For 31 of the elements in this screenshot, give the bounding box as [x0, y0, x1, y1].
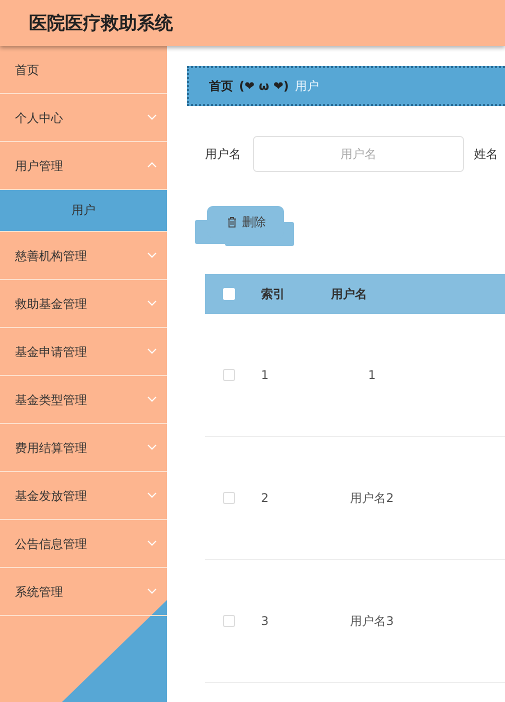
chevron-icon	[147, 492, 157, 498]
chevron-icon	[147, 588, 157, 594]
table-cell-text: 1	[261, 368, 270, 382]
table-cell-text: 2	[261, 491, 270, 505]
chevron-icon	[147, 252, 157, 258]
row-checkbox[interactable]	[223, 615, 235, 627]
trash-icon	[227, 216, 237, 228]
chevron-icon	[147, 540, 157, 546]
table-cell-text: 用户名3	[349, 612, 395, 630]
breadcrumb-separator: (❤ ω ❤)	[239, 79, 289, 93]
chevron-icon	[147, 396, 157, 402]
column-header: 用户名	[331, 286, 368, 302]
table-cell-text: 用户名2	[349, 490, 395, 506]
chevron-icon	[147, 444, 157, 450]
breadcrumb-link[interactable]: 首页	[209, 78, 233, 94]
table-cell-text: 3	[261, 614, 270, 628]
submenu-item[interactable]: 用户	[0, 190, 167, 232]
delete-button[interactable]: 删除	[207, 206, 284, 238]
table-cell-text: 1	[367, 368, 377, 382]
field-label: 用户名	[205, 146, 241, 162]
field-label: 姓名	[474, 146, 498, 162]
column-header: 索引	[261, 286, 286, 302]
row-checkbox[interactable]	[223, 369, 235, 381]
chevron-icon	[147, 300, 157, 306]
select-all-checkbox[interactable]	[223, 288, 235, 300]
app-title: 医院医疗救助系统	[29, 12, 173, 35]
chevron-icon	[147, 114, 157, 120]
search-field[interactable]: 用户名	[253, 136, 464, 172]
row-checkbox[interactable]	[223, 492, 235, 504]
chevron-icon	[147, 162, 157, 168]
chevron-icon	[147, 348, 157, 354]
